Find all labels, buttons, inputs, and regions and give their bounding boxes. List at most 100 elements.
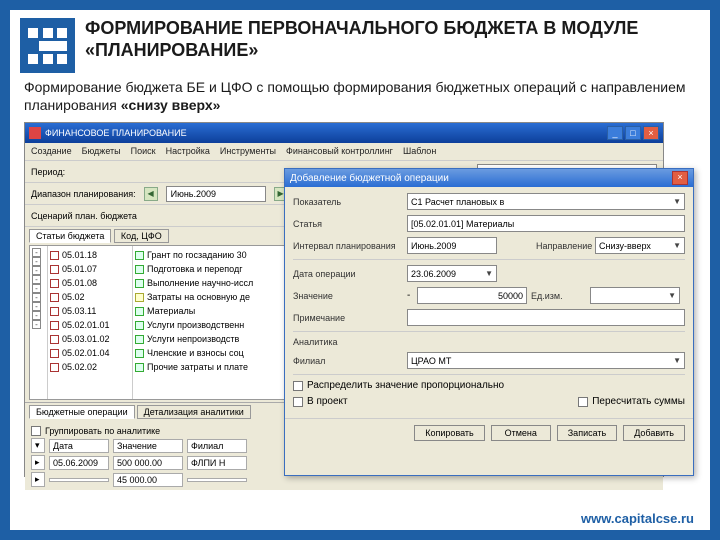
distribute-checkbox[interactable] [293, 381, 303, 391]
tree-name[interactable]: Материалы [147, 304, 195, 318]
to-project-label: В проект [307, 396, 348, 407]
row-marker[interactable]: ▸ [31, 472, 45, 487]
collapse-icon[interactable]: - [32, 248, 41, 257]
tree-code[interactable]: 05.03.11 [62, 304, 96, 318]
cell-filial[interactable]: ФЛПИ Н [187, 456, 247, 470]
tree-name[interactable]: Подготовка и переподг [147, 262, 243, 276]
dialog-close-button[interactable]: × [672, 171, 688, 185]
item-icon [135, 293, 144, 302]
recalc-checkbox[interactable] [578, 397, 588, 407]
item-icon [50, 279, 59, 288]
add-button[interactable]: Добавить [623, 425, 685, 441]
input-value: Июнь.2009 [411, 241, 456, 251]
tree-name[interactable]: Выполнение научно-иссл [147, 276, 253, 290]
col-header-date[interactable]: Дата [49, 439, 109, 453]
maximize-button[interactable]: □ [625, 126, 641, 140]
item-icon [135, 321, 144, 330]
close-button[interactable]: × [643, 126, 659, 140]
add-budget-operation-dialog: Добавление бюджетной операции × Показате… [284, 168, 694, 476]
tree-name[interactable]: Прочие затраты и плате [147, 360, 248, 374]
row-marker[interactable]: ▾ [31, 438, 45, 453]
tree-name[interactable]: Членские и взносы соц [147, 346, 244, 360]
footer-url: www.capitalcse.ru [581, 511, 694, 526]
menu-item[interactable]: Финансовый контроллинг [286, 146, 393, 157]
filial-input[interactable]: ЦРАО МТ▼ [407, 352, 685, 369]
collapse-icon[interactable]: - [32, 275, 41, 284]
collapse-icon[interactable]: - [32, 293, 41, 302]
group-by-analytics-checkbox[interactable] [31, 426, 41, 436]
chevron-down-icon: ▼ [668, 291, 676, 300]
col-header-value[interactable]: Значение [113, 439, 183, 453]
tab-budget-items[interactable]: Статьи бюджета [29, 229, 111, 243]
indicator-input[interactable]: С1 Расчет плановых в▼ [407, 193, 685, 210]
tree-code[interactable]: 05.02.02 [62, 360, 97, 374]
month-combo[interactable]: Июнь.2009 [166, 186, 266, 202]
row-marker[interactable]: ▸ [31, 455, 45, 470]
direction-input[interactable]: Снизу-вверх▼ [595, 237, 685, 254]
main-titlebar[interactable]: ФИНАНСОВОЕ ПЛАНИРОВАНИЕ _ □ × [25, 123, 663, 143]
input-value: С1 Расчет плановых в [411, 197, 504, 207]
cancel-button[interactable]: Отмена [491, 425, 551, 441]
item-icon [50, 293, 59, 302]
menu-item[interactable]: Настройка [166, 146, 210, 157]
input-value: ЦРАО МТ [411, 356, 451, 366]
operation-date-input[interactable]: 23.06.2009▼ [407, 265, 497, 282]
tree-code[interactable]: 05.02 [62, 290, 85, 304]
tree-name[interactable]: Грант по госзаданию 30 [147, 248, 247, 262]
copy-button[interactable]: Копировать [414, 425, 484, 441]
cell-date[interactable]: 05.06.2009 [49, 456, 109, 470]
logo [20, 18, 75, 73]
menu-item[interactable]: Поиск [131, 146, 156, 157]
cell-value[interactable]: 500 000.00 [113, 456, 183, 470]
collapse-icon[interactable]: - [32, 284, 41, 293]
article-input[interactable]: [05.02.01.01] Материалы [407, 215, 685, 232]
collapse-icon[interactable]: - [32, 320, 41, 329]
cell-date[interactable] [49, 478, 109, 482]
tree-code[interactable]: 05.02.01.01 [62, 318, 110, 332]
chevron-down-icon: ▼ [485, 269, 493, 278]
tab-analytics-detail[interactable]: Детализация аналитики [137, 405, 251, 419]
unit-input[interactable]: ▼ [590, 287, 680, 304]
item-icon [135, 279, 144, 288]
menu-item[interactable]: Инструменты [220, 146, 276, 157]
dialog-titlebar[interactable]: Добавление бюджетной операции × [285, 169, 693, 187]
label-direction: Направление [536, 241, 591, 251]
collapse-icon[interactable]: - [32, 266, 41, 275]
menu-item[interactable]: Бюджеты [82, 146, 121, 157]
label-value: Значение [293, 291, 403, 301]
collapse-icon[interactable]: - [32, 257, 41, 266]
tree-code[interactable]: 05.01.08 [62, 276, 97, 290]
col-header-filial[interactable]: Филиал [187, 439, 247, 453]
label-unit: Ед.изм. [531, 291, 586, 301]
item-icon [50, 335, 59, 344]
value-input[interactable]: 50000 [417, 287, 527, 304]
prev-period-button[interactable]: ◀ [144, 187, 158, 201]
tab-budget-ops[interactable]: Бюджетные операции [29, 405, 135, 419]
collapse-icon[interactable]: - [32, 302, 41, 311]
cell-value[interactable]: 45 000.00 [113, 473, 183, 487]
tab-cfo[interactable]: Код, ЦФО [114, 229, 169, 243]
item-icon [50, 363, 59, 372]
menu-item[interactable]: Шаблон [403, 146, 436, 157]
recalc-label: Пересчитать суммы [592, 396, 685, 407]
tree-name[interactable]: Услуги производственн [147, 318, 244, 332]
tree-code[interactable]: 05.01.07 [62, 262, 97, 276]
minimize-button[interactable]: _ [607, 126, 623, 140]
item-icon [50, 251, 59, 260]
label-article: Статья [293, 219, 403, 229]
interval-input[interactable]: Июнь.2009 [407, 237, 497, 254]
tree-code[interactable]: 05.01.18 [62, 248, 97, 262]
menu-item[interactable]: Создание [31, 146, 72, 157]
note-input[interactable] [407, 309, 685, 326]
tree-code[interactable]: 05.02.01.04 [62, 346, 110, 360]
collapse-icon[interactable]: - [32, 311, 41, 320]
label-filial: Филиал [293, 356, 403, 366]
tree-name[interactable]: Услуги непроизводств [147, 332, 239, 346]
tree-name[interactable]: Затраты на основную де [147, 290, 250, 304]
tree-code[interactable]: 05.03.01.02 [62, 332, 110, 346]
input-value: Снизу-вверх [599, 241, 651, 251]
cell-filial[interactable] [187, 478, 247, 482]
save-button[interactable]: Записать [557, 425, 617, 441]
to-project-checkbox[interactable] [293, 397, 303, 407]
item-icon [50, 307, 59, 316]
